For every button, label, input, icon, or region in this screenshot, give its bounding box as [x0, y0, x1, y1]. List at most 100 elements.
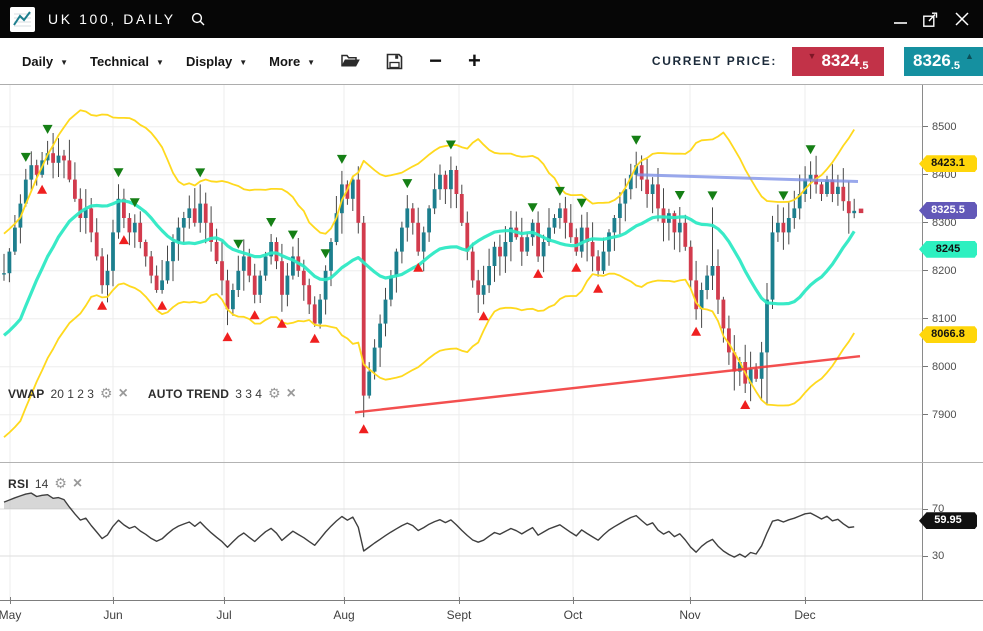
candle-body [678, 223, 682, 233]
arrow-down-icon: ▼ [808, 51, 817, 61]
buy-price-button[interactable]: 8326 .5 ▲ [904, 47, 983, 76]
candle-body [378, 324, 382, 348]
zoom-in-button[interactable]: + [468, 51, 481, 71]
month-tick [224, 597, 225, 604]
display-dropdown[interactable]: Display ▼ [186, 54, 247, 69]
vwap-remove-icon[interactable]: × [118, 388, 127, 400]
candle-body [569, 223, 573, 237]
trading-chart-window: { "window": { "title": "UK 100, DAILY" }… [0, 0, 983, 631]
buy-price-decimal: .5 [951, 60, 960, 72]
rsi-remove-icon[interactable]: × [73, 478, 82, 490]
candle-body [493, 247, 497, 266]
zoom-out-button[interactable]: − [429, 51, 442, 71]
candle-body [193, 208, 197, 222]
vwap-settings-gear-icon[interactable]: ⚙ [100, 388, 113, 400]
sell-price-button[interactable]: ▼ 8324 .5 [792, 47, 884, 76]
timeframe-dropdown[interactable]: Daily ▼ [22, 54, 68, 69]
more-dropdown-label: More [269, 54, 300, 69]
candle-body [226, 280, 230, 309]
month-tick [344, 597, 345, 604]
candle-body [640, 165, 644, 179]
candle-body [351, 180, 355, 199]
popout-button[interactable] [923, 12, 939, 27]
price-tick-label: 8200 [932, 265, 956, 277]
chevron-down-icon: ▼ [307, 58, 315, 67]
candle-body [177, 228, 181, 242]
candle-body [564, 208, 568, 222]
save-icon[interactable] [386, 53, 403, 70]
candlestick-plot[interactable] [0, 85, 922, 462]
sell-signal-triangle [402, 179, 412, 188]
candle-body [613, 218, 617, 232]
minimize-button[interactable] [894, 12, 907, 26]
autotrend-indicator-name: AUTO TREND [148, 387, 229, 401]
candle-body [820, 184, 824, 194]
autotrend-remove-icon[interactable]: × [287, 388, 296, 400]
candle-body [411, 208, 415, 222]
candle-body [2, 273, 6, 274]
price-tick-label: 8000 [932, 361, 956, 373]
month-label: Jun [103, 608, 122, 622]
candle-body [318, 300, 322, 324]
buy-signal-triangle [593, 284, 603, 293]
candle-body [384, 300, 388, 324]
sell-signal-triangle [806, 145, 816, 154]
close-button[interactable] [955, 12, 969, 26]
candle-body [498, 247, 502, 257]
month-label: Jul [216, 608, 231, 622]
rsi-indicator-params: 14 [35, 477, 48, 491]
candle-body [455, 170, 459, 194]
technical-dropdown[interactable]: Technical ▼ [90, 54, 164, 69]
current-price-label: CURRENT PRICE: [652, 54, 777, 68]
candle-body [683, 223, 687, 247]
candle-body [57, 156, 61, 163]
candle-body [558, 208, 562, 218]
vwap-indicator-params: 20 1 2 3 [51, 387, 94, 401]
blue-trend-line[interactable] [637, 175, 858, 182]
candle-body [395, 252, 399, 276]
autotrend-settings-gear-icon[interactable]: ⚙ [268, 388, 281, 400]
candle-body [182, 218, 186, 228]
candle-body [651, 184, 655, 194]
sell-signal-triangle [577, 199, 587, 208]
buy-signal-triangle [533, 269, 543, 278]
rsi-settings-gear-icon[interactable]: ⚙ [54, 478, 67, 490]
month-label: Oct [564, 608, 583, 622]
candle-body [155, 276, 159, 290]
candle-body [215, 242, 219, 261]
sell-price-value: 8324 [821, 51, 859, 71]
sell-signal-triangle [21, 153, 31, 162]
open-folder-icon[interactable] [341, 53, 360, 69]
sell-signal-triangle [337, 155, 347, 164]
candle-body [231, 290, 235, 309]
candle-body [504, 242, 508, 256]
window-controls [894, 12, 969, 27]
candle-body [362, 223, 366, 396]
titlebar: UK 100, DAILY [0, 0, 983, 38]
rsi-plot[interactable] [0, 463, 922, 600]
month-tick [805, 597, 806, 604]
tick-dash [923, 366, 928, 367]
candle-body [782, 223, 786, 233]
candle-body [760, 352, 764, 378]
candle-body [656, 184, 660, 208]
candle-body [422, 232, 426, 251]
candle-body [166, 261, 170, 280]
red-trend-line[interactable] [355, 356, 860, 412]
more-dropdown[interactable]: More ▼ [269, 54, 315, 69]
sell-price-decimal: .5 [859, 60, 868, 72]
candle-body [389, 276, 393, 300]
tick-dash [923, 222, 928, 223]
month-tick [573, 597, 574, 604]
candle-body [433, 189, 437, 208]
month-label: Sept [447, 608, 472, 622]
candle-body [689, 247, 693, 281]
price-tick: 8500 [923, 120, 956, 134]
candle-body [520, 237, 524, 251]
time-axis: MayJunJulAugSeptOctNovDec [0, 600, 983, 631]
display-dropdown-label: Display [186, 54, 232, 69]
month-label: May [0, 608, 21, 622]
arrow-up-icon: ▲ [965, 51, 974, 61]
search-icon[interactable] [190, 11, 206, 27]
candle-body [847, 201, 851, 213]
